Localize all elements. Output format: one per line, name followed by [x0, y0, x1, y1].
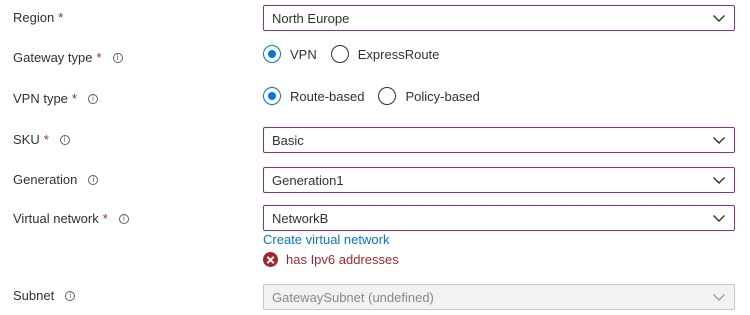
gateway-type-option-vpn[interactable]: VPN	[263, 45, 317, 63]
vpn-type-label-row: VPN type *	[13, 91, 98, 106]
chevron-down-icon	[713, 215, 725, 222]
gateway-type-option-expressroute[interactable]: ExpressRoute	[330, 45, 440, 63]
sku-label-row: SKU *	[13, 132, 70, 147]
region-select[interactable]: North Europe	[263, 5, 735, 31]
vpn-type-option-label: Policy-based	[405, 88, 480, 104]
vpn-type-option-route-based[interactable]: Route-based	[263, 87, 364, 105]
required-asterisk: *	[71, 91, 77, 106]
chevron-down-icon	[713, 294, 725, 301]
required-asterisk: *	[58, 10, 64, 25]
error-circle-icon	[263, 252, 278, 267]
chevron-down-icon	[713, 15, 725, 22]
virtual-network-error: has Ipv6 addresses	[263, 252, 399, 267]
gateway-type-option-label: ExpressRoute	[357, 46, 440, 62]
virtual-network-error-text: has Ipv6 addresses	[286, 252, 399, 267]
sku-label: SKU	[13, 132, 40, 147]
radio-checked-icon[interactable]	[263, 87, 281, 105]
gateway-type-label: Gateway type	[13, 50, 93, 65]
required-asterisk: *	[102, 211, 108, 226]
chevron-down-icon	[713, 137, 725, 144]
region-select-value: North Europe	[272, 10, 350, 26]
subnet-select-value: GatewaySubnet (undefined)	[272, 289, 434, 305]
info-icon[interactable]	[112, 52, 123, 64]
gateway-type-radio-group: VPN ExpressRoute	[263, 45, 453, 63]
generation-select-value: Generation1	[272, 172, 344, 188]
virtual-network-label-row: Virtual network *	[13, 211, 129, 226]
required-asterisk: *	[43, 132, 49, 147]
generation-label: Generation	[13, 172, 78, 187]
info-icon[interactable]	[87, 93, 98, 105]
info-icon[interactable]	[65, 290, 76, 302]
gateway-type-label-row: Gateway type *	[13, 50, 123, 65]
region-label-row: Region *	[13, 10, 63, 25]
generation-select[interactable]: Generation1	[263, 167, 735, 193]
chevron-down-icon	[713, 177, 725, 184]
subnet-select: GatewaySubnet (undefined)	[263, 284, 735, 310]
required-asterisk: *	[96, 50, 102, 65]
vpn-type-option-label: Route-based	[290, 88, 365, 104]
radio-unchecked-icon[interactable]	[378, 87, 397, 105]
info-icon[interactable]	[118, 213, 129, 225]
virtual-network-label: Virtual network	[13, 211, 99, 226]
info-icon[interactable]	[59, 134, 70, 146]
create-virtual-network-link[interactable]: Create virtual network	[263, 232, 389, 247]
subnet-label: Subnet	[13, 288, 55, 303]
info-icon[interactable]	[88, 174, 99, 186]
sku-select-value: Basic	[272, 132, 304, 148]
vpn-type-radio-group: Route-based Policy-based	[263, 87, 494, 105]
vpn-type-label: VPN type	[13, 91, 68, 106]
gateway-type-option-label: VPN	[290, 46, 317, 62]
radio-unchecked-icon[interactable]	[330, 45, 349, 63]
virtual-network-select-value: NetworkB	[272, 210, 329, 226]
region-label: Region	[13, 10, 55, 25]
subnet-label-row: Subnet	[13, 288, 76, 303]
radio-checked-icon[interactable]	[263, 45, 281, 63]
sku-select[interactable]: Basic	[263, 127, 735, 153]
generation-label-row: Generation	[13, 172, 99, 187]
virtual-network-select[interactable]: NetworkB	[263, 205, 735, 231]
vpn-type-option-policy-based[interactable]: Policy-based	[378, 87, 480, 105]
